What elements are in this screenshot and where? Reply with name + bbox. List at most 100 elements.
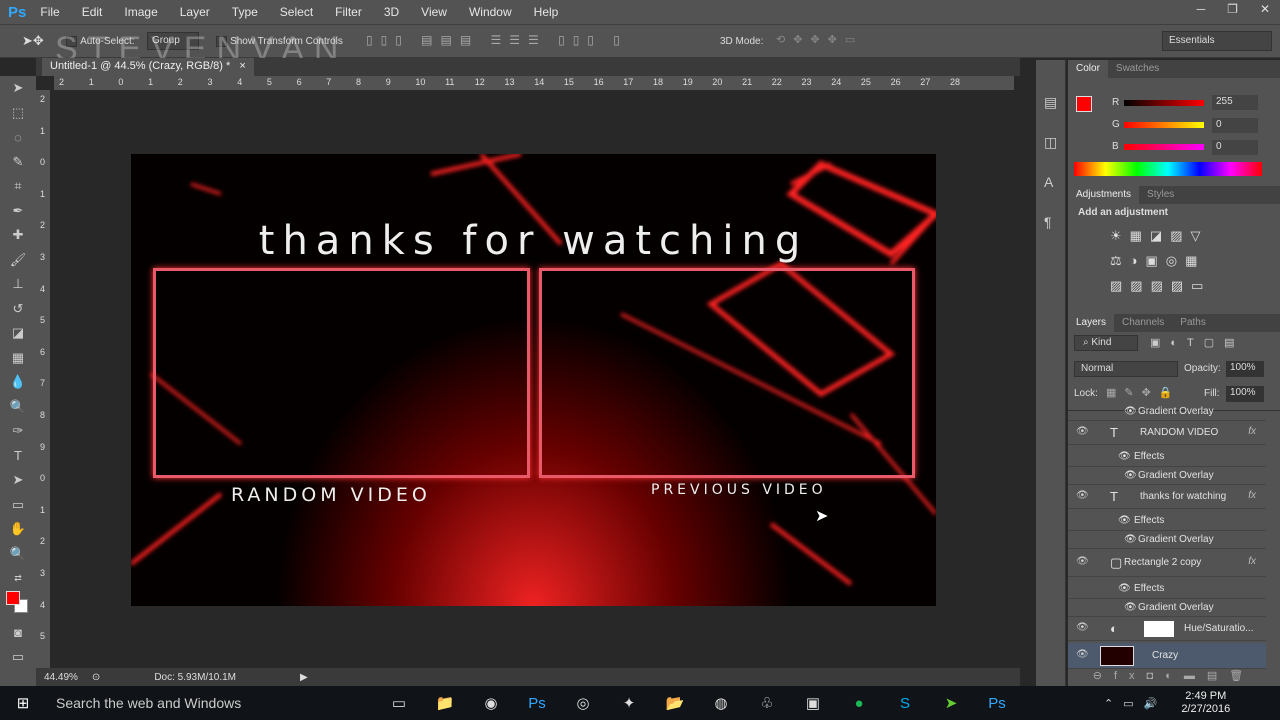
quick-mask-icon[interactable]: ◙ [0,621,36,646]
maximize-button[interactable]: ❐ [1227,2,1238,16]
dodge-tool-icon[interactable]: 🔍 [0,395,36,420]
opacity-value[interactable]: 100% [1226,361,1264,377]
minimize-button[interactable]: ─ [1197,2,1206,16]
photoshop-taskbar-icon[interactable]: Ps [514,695,560,712]
layer-row[interactable]: 👁 Gradient Overlay [1068,599,1266,617]
menu-select[interactable]: Select [280,5,313,19]
zoom-level[interactable]: 44.49% [44,672,78,683]
menu-filter[interactable]: Filter [335,5,362,19]
lasso-tool-icon[interactable]: ◌ [0,125,36,150]
menu-3d[interactable]: 3D [384,5,399,19]
marquee-tool-icon[interactable]: ⬚ [0,101,36,126]
app-icon[interactable]: ✦ [606,694,652,712]
align-icons[interactable]: ▯▯▯ ▤▤▤ ☰☰☰ ▯▯▯ ▯ [366,33,628,47]
task-view-icon[interactable]: ▭ [376,694,422,712]
history-icon[interactable]: ▤ [1044,82,1065,122]
g-value[interactable]: 0 [1212,118,1258,133]
app-icon[interactable]: ♧ [744,694,790,712]
close-tab-icon[interactable]: × [239,60,245,72]
layer-row[interactable]: 👁 Gradient Overlay [1068,403,1266,421]
layer-fx-icon[interactable]: fx [1248,556,1256,567]
foreground-swatch[interactable] [1076,96,1092,112]
menu-image[interactable]: Image [124,5,157,19]
eyedropper-tool-icon[interactable]: ✒ [0,199,36,224]
layer-fx-icon[interactable]: fx [1248,426,1256,437]
spotify-icon[interactable]: ● [836,695,882,712]
clone-stamp-icon[interactable]: ⊥ [0,272,36,297]
layer-filter-icons[interactable]: ▣◐T▢▤ [1150,336,1245,349]
effects-eye-icon[interactable]: 👁 [1118,583,1131,594]
quick-select-tool-icon[interactable]: ✎ [0,150,36,175]
layer-row[interactable]: 👁 Effects [1068,511,1266,531]
canvas-artwork[interactable]: thanks for watching RANDOM VIDEO PREVIOU… [131,154,936,606]
character-icon[interactable]: A [1044,162,1065,202]
brush-tool-icon[interactable]: 🖌 [0,248,36,273]
tab-layers[interactable]: Layers [1068,314,1115,332]
3d-mode-icons[interactable]: ⟲✥✥✥▭ [776,33,863,46]
windows-start-icon[interactable]: ⊞ [0,694,46,712]
visibility-eye-icon[interactable]: 👁 [1076,556,1089,567]
type-tool-icon[interactable]: T [0,444,36,469]
effect-eye-icon[interactable]: 👁 [1124,406,1137,417]
visibility-eye-icon[interactable]: 👁 [1076,622,1089,633]
document-tab[interactable]: Untitled-1 @ 44.5% (Crazy, RGB/8) * × [42,58,254,76]
explorer-app-icon[interactable]: 📁 [422,694,468,712]
skype-icon[interactable]: S [882,695,928,712]
photoshop-taskbar-icon[interactable]: Ps [974,695,1020,712]
kind-filter[interactable]: ⌕ Kind [1074,335,1138,351]
visibility-eye-icon[interactable]: 👁 [1076,490,1089,501]
r-slider[interactable] [1124,100,1204,106]
blur-tool-icon[interactable]: 💧 [0,370,36,395]
app-icon[interactable]: ◎ [560,694,606,712]
workspace-select[interactable]: Essentials [1162,31,1272,51]
menu-file[interactable]: File [40,5,59,19]
tab-swatches[interactable]: Swatches [1108,60,1167,78]
effect-eye-icon[interactable]: 👁 [1124,602,1137,613]
foreground-color[interactable] [6,590,20,605]
healing-brush-icon[interactable]: ✚ [0,223,36,248]
tab-paths[interactable]: Paths [1172,314,1214,332]
layer-row[interactable]: 👁 Tthanks for watching fx [1068,485,1266,509]
b-value[interactable]: 0 [1212,140,1258,155]
visibility-eye-icon[interactable]: 👁 [1076,426,1089,437]
tab-styles[interactable]: Styles [1139,186,1182,204]
folder-icon[interactable]: 📂 [652,694,698,712]
effects-eye-icon[interactable]: 👁 [1118,515,1131,526]
layer-row[interactable]: 👁 ▢ Rectangle 2 copy fx [1068,549,1266,577]
menu-view[interactable]: View [421,5,447,19]
menu-window[interactable]: Window [469,5,512,19]
blend-mode-select[interactable]: Normal [1074,361,1178,377]
move-tool-icon[interactable]: ➤✥ [22,33,44,49]
pen-tool-icon[interactable]: ✑ [0,419,36,444]
eraser-tool-icon[interactable]: ◪ [0,321,36,346]
paragraph-icon[interactable]: ¶ [1044,202,1065,242]
screen-mode-icon[interactable]: ▭ [0,645,36,670]
r-value[interactable]: 255 [1212,95,1258,110]
g-slider[interactable] [1124,122,1204,128]
color-swatches[interactable] [0,590,36,621]
lock-icons[interactable]: ▦✎✥🔒 [1106,386,1181,399]
menu-type[interactable]: Type [232,5,258,19]
path-select-icon[interactable]: ➤ [0,468,36,493]
status-menu-arrow-icon[interactable]: ▶ [300,672,308,683]
app-icon[interactable]: ◍ [698,694,744,712]
menu-edit[interactable]: Edit [82,5,103,19]
chrome-icon[interactable]: ◉ [468,694,514,712]
layer-row[interactable]: 👁 Gradient Overlay [1068,467,1266,485]
b-slider[interactable] [1124,144,1204,150]
layer-fx-icon[interactable]: fx [1248,490,1256,501]
menu-layer[interactable]: Layer [180,5,210,19]
hand-tool-icon[interactable]: ✋ [0,517,36,542]
layer-row[interactable]: 👁 Gradient Overlay [1068,531,1266,549]
move-tool-icon[interactable]: ➤ [0,76,36,101]
layer-row[interactable]: 👁 Effects [1068,447,1266,467]
history-brush-icon[interactable]: ↺ [0,297,36,322]
clock[interactable]: 2:49 PM 2/27/2016 [1181,690,1230,716]
layer-row[interactable]: 👁 Effects [1068,579,1266,599]
crop-tool-icon[interactable]: ⌗ [0,174,36,199]
gradient-tool-icon[interactable]: ▦ [0,346,36,371]
close-button[interactable]: ✕ [1260,2,1270,16]
rectangle-tool-icon[interactable]: ▭ [0,493,36,518]
menu-help[interactable]: Help [534,5,559,19]
effect-eye-icon[interactable]: 👁 [1124,534,1137,545]
